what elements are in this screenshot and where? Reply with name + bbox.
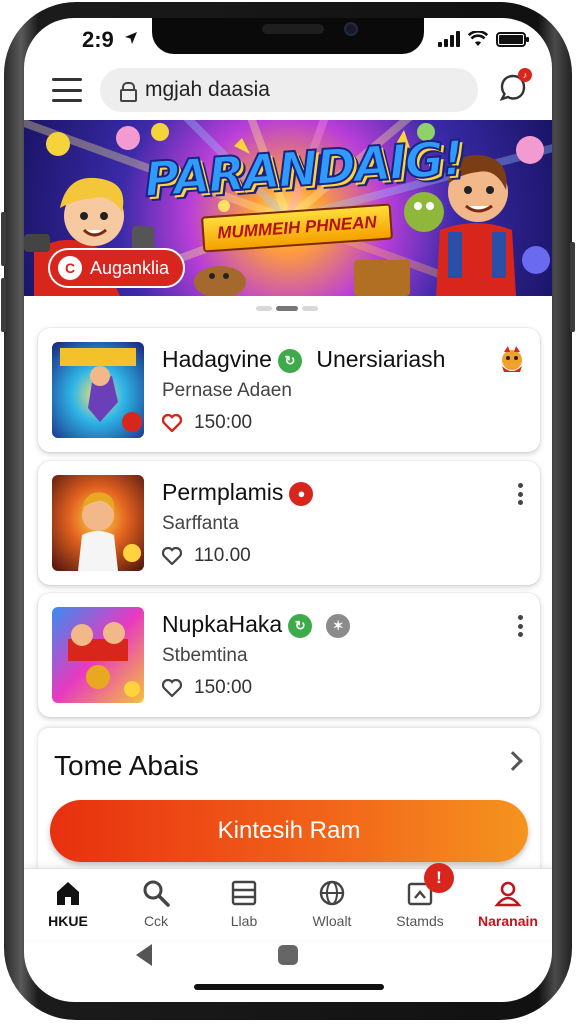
card-title: Hadagvine bbox=[162, 346, 272, 372]
hero-banner[interactable]: PARANDAIG! MUMMEIH PHNEAN C Auganklia bbox=[24, 120, 552, 296]
carousel-dot[interactable] bbox=[256, 306, 272, 311]
card-title: Permplamis bbox=[162, 479, 284, 505]
battery-icon bbox=[496, 32, 529, 47]
record-badge-icon: ● bbox=[289, 481, 314, 506]
list-icon bbox=[231, 880, 257, 906]
status-time: 2:9 bbox=[82, 27, 114, 52]
globe-icon bbox=[319, 880, 345, 906]
character-icon[interactable] bbox=[496, 342, 528, 374]
bottom-navigation: HKUE Cck Llab Wloalt ! Stamds Naranain bbox=[24, 863, 552, 940]
nav-label: Naranain bbox=[478, 913, 538, 929]
front-camera bbox=[344, 22, 358, 36]
more-icon[interactable] bbox=[518, 483, 524, 505]
settings-badge-icon: ✶ bbox=[326, 613, 351, 638]
heart-icon[interactable] bbox=[162, 679, 182, 697]
carousel-indicator[interactable] bbox=[256, 306, 318, 311]
status-icons bbox=[438, 31, 529, 47]
wifi-icon bbox=[468, 31, 488, 46]
nav-item-search[interactable]: Cck bbox=[112, 869, 200, 940]
signal-icon bbox=[438, 31, 460, 47]
nav-label: Wloalt bbox=[312, 913, 352, 929]
card-title-row: Permplamis ● bbox=[162, 479, 314, 506]
card-subtitle: Pernase Adaen bbox=[162, 380, 292, 401]
card-title-row: NupkaHaka ↻ ✶ bbox=[162, 611, 351, 638]
speaker bbox=[262, 24, 324, 34]
screen: 2:9 mgjah daasia ♪ PARANDAIG! MUMMEIH PH… bbox=[24, 18, 552, 1002]
heart-icon[interactable] bbox=[162, 547, 182, 565]
home-indicator[interactable] bbox=[194, 984, 384, 990]
profile-icon bbox=[494, 881, 522, 907]
search-input[interactable]: mgjah daasia bbox=[100, 68, 478, 112]
power-button bbox=[570, 242, 575, 332]
back-icon[interactable] bbox=[136, 944, 152, 966]
more-icon[interactable] bbox=[518, 615, 524, 637]
banner-button-icon: C bbox=[58, 256, 82, 280]
nav-alert-badge: ! bbox=[424, 863, 454, 893]
refresh-badge-icon: ↻ bbox=[288, 613, 313, 638]
nav-label: Llab bbox=[230, 913, 258, 929]
banner-action-button[interactable]: C Auganklia bbox=[48, 248, 186, 288]
card-subtitle: Sarffanta bbox=[162, 513, 239, 534]
home-icon bbox=[57, 882, 79, 905]
card-subtitle: Stbemtina bbox=[162, 645, 248, 666]
card-price-row: 150:00 bbox=[162, 677, 252, 699]
nav-item-stands[interactable]: ! Stamds bbox=[376, 863, 464, 940]
nav-item-home[interactable]: HKUE bbox=[24, 869, 112, 940]
notch bbox=[152, 18, 424, 54]
list-item[interactable]: NupkaHaka ↻ ✶ Stbemtina 150:00 bbox=[38, 593, 540, 717]
nav-label: Stamds bbox=[396, 913, 444, 929]
list-item[interactable]: Permplamis ● Sarffanta 110.00 bbox=[38, 461, 540, 585]
system-navigation bbox=[24, 940, 552, 1002]
refresh-badge-icon: ↻ bbox=[277, 348, 302, 373]
nav-label: HKUE bbox=[48, 913, 88, 929]
volume-down-button bbox=[1, 278, 6, 332]
card-tag: Unersiariash bbox=[316, 346, 446, 372]
location-arrow-icon bbox=[125, 32, 137, 44]
volume-up-button bbox=[1, 212, 6, 266]
nav-item-list[interactable]: Llab bbox=[200, 869, 288, 940]
nav-item-world[interactable]: Wloalt bbox=[288, 869, 376, 940]
card-price-row: 110.00 bbox=[162, 545, 251, 567]
search-text: mgjah daasia bbox=[145, 78, 270, 101]
section-title: Tome Abais bbox=[54, 750, 199, 781]
list-item[interactable]: Hadagvine ↻ Unersiariash Pernase Adaen 15… bbox=[38, 328, 540, 452]
card-price: 110.00 bbox=[194, 545, 251, 566]
top-app-bar: mgjah daasia ♪ bbox=[24, 64, 552, 120]
card-title-row: Hadagvine ↻ Unersiariash bbox=[162, 346, 445, 373]
chat-bell-icon[interactable]: ♪ bbox=[496, 68, 532, 104]
game-thumbnail bbox=[52, 607, 144, 703]
lock-icon bbox=[120, 82, 137, 102]
home-square-icon[interactable] bbox=[278, 945, 298, 965]
game-thumbnail bbox=[52, 342, 144, 438]
featured-section: Tome Abais Kintesih Ram bbox=[38, 728, 540, 888]
notification-dot: ♪ bbox=[518, 68, 532, 82]
banner-button-label: Auganklia bbox=[90, 257, 170, 278]
carousel-dot[interactable] bbox=[302, 306, 318, 311]
primary-cta-button[interactable]: Kintesih Ram bbox=[50, 800, 528, 862]
card-price: 150:00 bbox=[194, 677, 253, 698]
card-price-row: 150:00 bbox=[162, 412, 252, 434]
hamburger-icon[interactable] bbox=[52, 78, 82, 102]
search-icon bbox=[143, 880, 170, 907]
heart-filled-icon[interactable] bbox=[162, 414, 182, 432]
card-title: NupkaHaka bbox=[162, 611, 283, 637]
carousel-dot-active[interactable] bbox=[276, 306, 298, 311]
nav-label: Cck bbox=[143, 913, 169, 929]
game-thumbnail bbox=[52, 475, 144, 571]
chevron-right-icon[interactable] bbox=[503, 751, 523, 771]
card-price: 150:00 bbox=[194, 412, 253, 433]
nav-item-profile[interactable]: Naranain bbox=[464, 869, 552, 940]
